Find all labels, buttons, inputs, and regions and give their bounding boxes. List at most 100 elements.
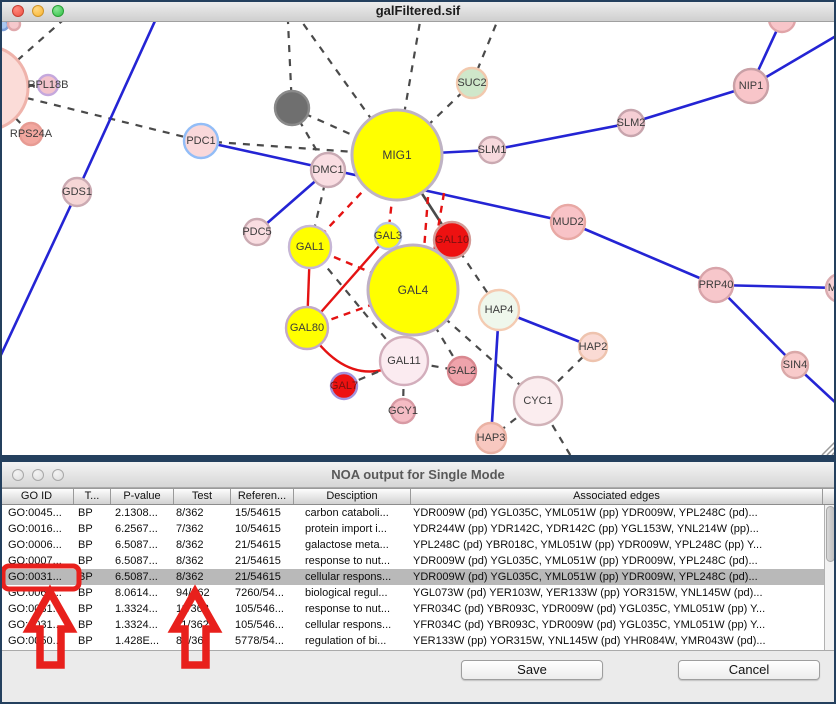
column-header-type[interactable]: T... [73, 489, 110, 504]
cell-test: 8/362 [173, 537, 230, 553]
network-canvas[interactable]: RPL18BRPS24AGDS1PDC1DMC1MIG1SUC2SLM1SLM2… [0, 22, 836, 455]
node-label-GAL7: GAL7 [330, 380, 358, 392]
node-label-PRP40: PRP40 [699, 279, 734, 291]
cell-description: biological regul... [293, 585, 410, 601]
screen: galFiltered.sif RPL18BRPS24AGDS1PDC1DMC1… [0, 0, 836, 704]
cell-type: BP [73, 585, 110, 601]
cell-associated_edges: YFR034C (pd) YBR093C, YDR009W (pd) YGL03… [410, 617, 824, 633]
cell-description: carbon cataboli... [293, 505, 410, 521]
cell-type: BP [73, 553, 110, 569]
cancel-button[interactable]: Cancel [678, 660, 820, 680]
cell-p_value: 6.5087... [110, 553, 173, 569]
cell-test: 11/362 [173, 601, 230, 617]
column-header-description[interactable]: Desciption [293, 489, 410, 504]
table-row[interactable]: GO:0031...BP6.5087...8/36221/54615cellul… [0, 569, 824, 585]
edge-blue[interactable] [568, 222, 716, 285]
save-button[interactable]: Save [461, 660, 603, 680]
cell-p_value: 6.5087... [110, 569, 173, 585]
table-row[interactable]: GO:0016...BP6.2567...7/36210/54615protei… [0, 521, 824, 537]
node-label-GAL3: GAL3 [374, 230, 402, 242]
node-label-RPS24A: RPS24A [10, 128, 53, 140]
table-row[interactable]: GO:0045...BP2.1308...8/36215/54615carbon… [0, 505, 824, 521]
table-row[interactable]: GO:0006...BP6.5087...8/36221/54615galact… [0, 537, 824, 553]
node-label-PDC5: PDC5 [242, 226, 271, 238]
cell-description: cellular respons... [293, 569, 410, 585]
cell-type: BP [73, 617, 110, 633]
table-row[interactable]: GO:0065...BP8.0614...94/3627260/54...bio… [0, 585, 824, 601]
edge-blue[interactable] [492, 123, 631, 150]
cell-type: BP [73, 569, 110, 585]
column-header-p_value[interactable]: P-value [110, 489, 173, 504]
scrollbar-thumb[interactable] [826, 506, 835, 562]
node-big-left[interactable] [0, 46, 28, 130]
cell-test: 8/362 [173, 553, 230, 569]
vertical-scrollbar[interactable] [824, 505, 836, 650]
cell-associated_edges: YFR034C (pd) YBR093C, YDR009W (pd) YGL03… [410, 601, 824, 617]
cell-type: BP [73, 521, 110, 537]
column-header-reference[interactable]: Referen... [230, 489, 293, 504]
edge-blue[interactable] [0, 192, 77, 357]
column-header-test[interactable]: Test [173, 489, 230, 504]
column-header-go_id[interactable]: GO ID [0, 489, 73, 504]
node-tiny-pink[interactable] [8, 22, 20, 30]
node-label-GAL4: GAL4 [398, 283, 429, 297]
node-label-GDS1: GDS1 [62, 186, 92, 198]
cell-test: 8/362 [173, 569, 230, 585]
cell-description: response to nut... [293, 601, 410, 617]
cell-reference: 21/54615 [230, 537, 293, 553]
cell-test: 11/362 [173, 617, 230, 633]
cell-reference: 21/54615 [230, 569, 293, 585]
node-label-GAL80: GAL80 [290, 322, 324, 334]
node-label-HAP2: HAP2 [579, 341, 608, 353]
node-tiny-blue[interactable] [0, 22, 8, 30]
table-row[interactable]: GO:0031...BP1.3324...11/362105/546...res… [0, 601, 824, 617]
node-label-MUD2: MUD2 [552, 216, 583, 228]
node-label-GAL11: GAL11 [387, 355, 420, 367]
cell-go_id: GO:0065... [0, 585, 73, 601]
node-label-GAL2: GAL2 [448, 365, 476, 377]
table-row[interactable]: GO:0007...BP6.5087...8/36221/54615respon… [0, 553, 824, 569]
edge-blue[interactable] [77, 22, 160, 192]
cell-p_value: 8.0614... [110, 585, 173, 601]
node-label-DMC1: DMC1 [312, 164, 343, 176]
cell-associated_edges: YER133W (pp) YOR315W, YNL145W (pd) YHR08… [410, 633, 824, 649]
network-window-titlebar: galFiltered.sif [0, 0, 836, 22]
node-label-GAL1: GAL1 [296, 241, 324, 253]
node-dark-node[interactable] [275, 91, 309, 125]
cell-description: cellular respons... [293, 617, 410, 633]
edge-blue[interactable] [631, 86, 751, 123]
table-row[interactable]: GO:0031...BP1.3324...11/362105/546...cel… [0, 617, 824, 633]
cell-associated_edges: YPL248C (pd) YBR018C, YML051W (pp) YDR00… [410, 537, 824, 553]
cell-test: 7/362 [173, 521, 230, 537]
node-label-NIP1: NIP1 [739, 80, 763, 92]
node-label-CYC1: CYC1 [523, 395, 552, 407]
column-header-filler [822, 489, 836, 504]
node-label-SUC2: SUC2 [457, 77, 486, 89]
edge-grip[interactable] [827, 446, 836, 455]
cell-type: BP [73, 537, 110, 553]
node-label-SIN4: SIN4 [783, 359, 807, 371]
node-label-GAL10: GAL10 [435, 234, 469, 246]
cell-go_id: GO:0045... [0, 505, 73, 521]
cell-associated_edges: YDR009W (pd) YGL035C, YML051W (pp) YDR00… [410, 569, 824, 585]
cell-go_id: GO:0050... [0, 633, 73, 649]
cell-associated_edges: YDR244W (pp) YDR142C, YDR142C (pp) YGL15… [410, 521, 824, 537]
edge-red-dashed[interactable] [424, 197, 428, 250]
cell-associated_edges: YDR009W (pd) YGL035C, YML051W (pp) YDR00… [410, 505, 824, 521]
cell-p_value: 1.428E... [110, 633, 173, 649]
table-row[interactable]: GO:0050...BP1.428E...80/3625778/54...reg… [0, 633, 824, 649]
cell-p_value: 1.3324... [110, 601, 173, 617]
cell-type: BP [73, 601, 110, 617]
node-top-pink[interactable] [769, 22, 795, 32]
column-header-associated_edges[interactable]: Associated edges [410, 489, 822, 504]
node-label-RPL18B: RPL18B [28, 79, 69, 91]
cell-description: protein import i... [293, 521, 410, 537]
cell-reference: 105/546... [230, 617, 293, 633]
cell-go_id: GO:0016... [0, 521, 73, 537]
cell-type: BP [73, 505, 110, 521]
cell-test: 80/362 [173, 633, 230, 649]
table-header: GO IDT...P-valueTestReferen...Desciption… [0, 488, 836, 505]
cell-p_value: 1.3324... [110, 617, 173, 633]
cell-p_value: 2.1308... [110, 505, 173, 521]
node-label-HAP4: HAP4 [485, 304, 514, 316]
